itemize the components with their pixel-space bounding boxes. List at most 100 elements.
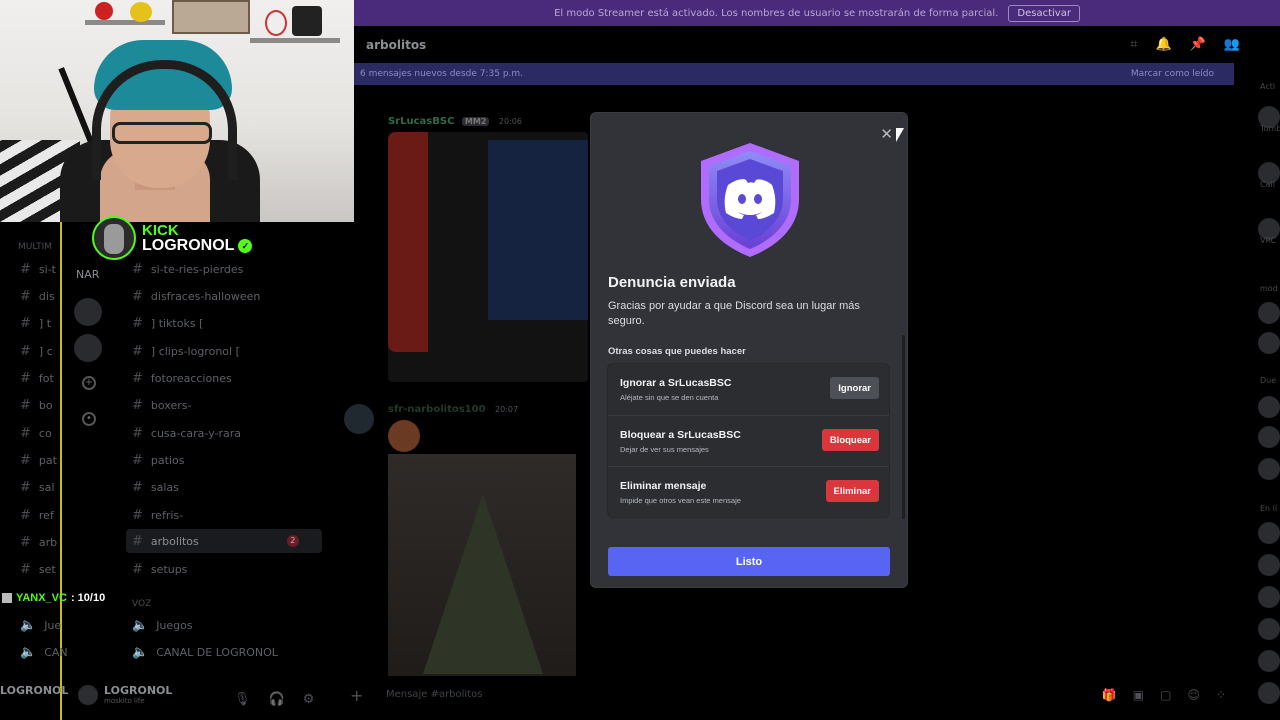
member-avatar[interactable] <box>1258 618 1280 640</box>
mark-as-read-button[interactable]: Marcar como leído <box>1131 69 1214 79</box>
unread-badge: 2 <box>286 535 299 547</box>
sticker-icon[interactable]: ▢ <box>1160 688 1171 702</box>
member-avatar[interactable] <box>1258 522 1280 544</box>
member-avatar[interactable] <box>1258 458 1280 480</box>
block-button[interactable]: Bloquear <box>821 429 879 451</box>
user-tag: MM2 <box>461 117 490 126</box>
channel-item[interactable]: # refris- <box>132 508 183 523</box>
apps-icon[interactable]: ⁘ <box>1216 688 1226 702</box>
channel-item[interactable]: # co <box>20 426 52 441</box>
member-avatar[interactable] <box>1258 650 1280 672</box>
peach-emoji-icon <box>388 420 420 452</box>
option-block: Bloquear a SrLucasBSC Dejar de ver sus m… <box>608 415 889 466</box>
channel-item[interactable]: # fotoreacciones <box>132 371 232 386</box>
add-attachment-icon[interactable]: + <box>350 686 363 705</box>
voice-channel-item[interactable]: 🔈 CANAL DE LOGRONOL <box>132 645 278 660</box>
new-messages-bar[interactable]: 6 mensajes nuevos desde 7:35 p.m. Marcar… <box>354 63 1234 85</box>
message-author[interactable]: SrLucasBSC MM2 20:06 <box>388 116 522 127</box>
message-composer[interactable]: + Mensaje #arbolitos 🎁 ▣ ▢ ☺ ⁘ <box>344 684 1234 708</box>
headphones-icon[interactable]: 🎧 <box>269 692 285 707</box>
server-icon[interactable] <box>74 298 102 326</box>
pin-icon[interactable]: 📌 <box>1190 37 1206 52</box>
voice-channel-item[interactable]: 🔈 Juegos <box>132 618 193 633</box>
member-avatar[interactable] <box>1258 302 1280 324</box>
emoji-icon[interactable]: ☺ <box>1187 688 1200 702</box>
hash-icon: # <box>20 562 31 577</box>
channel-item[interactable]: #] c <box>20 344 53 359</box>
hash-icon: # <box>20 371 31 386</box>
wall-poster <box>172 0 250 34</box>
hash-icon: # <box>20 262 31 277</box>
action-options: Ignorar a SrLucasBSC Aléjate sin que se … <box>607 363 890 518</box>
mouse-cursor-icon <box>896 128 904 142</box>
threads-icon[interactable]: ⌗ <box>1130 37 1137 52</box>
hash-icon: # <box>132 533 143 549</box>
gift-icon[interactable]: 🎁 <box>1102 688 1117 702</box>
hash-icon: # <box>132 371 143 386</box>
server-icon[interactable] <box>74 334 102 362</box>
server-folder-label: NAR <box>76 268 100 281</box>
voice-channel-item[interactable]: 🔈 Jue <box>20 618 61 633</box>
add-server-icon[interactable]: + <box>82 376 96 390</box>
channel-item[interactable]: # si-te-ries-pierdes <box>132 262 243 277</box>
current-user[interactable]: LOGRONOL moskito life <box>78 684 172 705</box>
explore-icon[interactable]: • <box>82 412 96 426</box>
channel-item[interactable]: # sal <box>20 480 54 495</box>
modal-scrollbar[interactable] <box>902 335 905 519</box>
hash-icon: # <box>132 480 143 495</box>
username: LOGRONOL <box>104 684 173 697</box>
members-icon[interactable]: 👥 <box>1224 37 1240 52</box>
member-avatar[interactable] <box>1258 586 1280 608</box>
new-messages-text: 6 mensajes nuevos desde 7:35 p.m. <box>360 69 524 79</box>
christmas-tree-photo[interactable] <box>388 454 576 676</box>
channel-item[interactable]: # dis <box>20 289 55 304</box>
channel-item[interactable]: # arb <box>20 535 57 550</box>
channel-item[interactable]: # setups <box>132 562 187 577</box>
modal-title: Denuncia enviada <box>608 274 736 291</box>
channel-item-active[interactable]: # arbolitos 2 <box>126 529 322 553</box>
channel-item[interactable]: # salas <box>132 480 179 495</box>
message-author[interactable]: sfr-narbolitos100 20:07 <box>388 404 518 415</box>
done-button[interactable]: Listo <box>608 547 890 576</box>
channel-item[interactable]: # bo <box>20 398 53 413</box>
gear-icon[interactable]: ⚙ <box>303 692 315 707</box>
channel-item[interactable]: #] tiktoks [ <box>132 316 203 331</box>
microphone-icon[interactable]: 🎙 <box>234 692 251 707</box>
backpack <box>292 6 322 36</box>
member-avatar[interactable] <box>1258 332 1280 354</box>
member-avatar[interactable] <box>1258 554 1280 576</box>
hash-icon: # <box>132 508 143 523</box>
close-icon[interactable]: ✕ <box>880 125 893 143</box>
message-image-attachment[interactable] <box>388 132 588 382</box>
channel-item[interactable]: # fot <box>20 371 54 386</box>
delete-button[interactable]: Eliminar <box>825 480 879 502</box>
gif-icon[interactable]: ▣ <box>1133 688 1144 702</box>
section-title: Otras cosas que puedes hacer <box>608 346 746 357</box>
streamer-mode-banner: El modo Streamer está activado. Los nomb… <box>354 0 1280 26</box>
channel-item[interactable]: # si-t <box>20 262 56 277</box>
channel-item[interactable]: #] t <box>20 316 51 331</box>
channel-item[interactable]: # pat <box>20 453 57 468</box>
avatar[interactable] <box>344 404 374 434</box>
disable-streamer-mode-button[interactable]: Desactivar <box>1008 4 1080 22</box>
composer-placeholder: Mensaje #arbolitos <box>386 689 483 700</box>
speaker-icon: 🔈 <box>132 618 149 633</box>
channel-list: # si-te-ries-pierdes # disfraces-halloween… <box>120 230 322 670</box>
voice-channel-item[interactable]: 🔈 CAN <box>20 645 68 660</box>
member-avatar[interactable] <box>1258 682 1280 704</box>
channel-item[interactable]: #] clips-logronol [ <box>132 344 240 359</box>
channel-item[interactable]: # patios <box>132 453 184 468</box>
channel-item[interactable]: # disfraces-halloween <box>132 289 260 304</box>
member-avatar[interactable] <box>1258 426 1280 448</box>
channel-item[interactable]: # cusa-cara-y-rara <box>132 426 241 441</box>
bell-icon[interactable]: 🔔 <box>1155 37 1171 52</box>
channel-item[interactable]: # boxers- <box>132 398 191 413</box>
chat-rating-overlay: YANX_VC : 10/10 <box>2 592 105 604</box>
channel-category: MULTIM <box>18 242 53 252</box>
channel-item[interactable]: # set <box>20 562 56 577</box>
option-delete-message: Eliminar mensaje Impide que otros vean e… <box>608 466 889 517</box>
member-avatar[interactable] <box>1258 396 1280 418</box>
channel-item[interactable]: # ref <box>20 508 54 523</box>
ignore-button[interactable]: Ignorar <box>830 377 879 399</box>
modal-description: Gracias por ayudar a que Discord sea un … <box>608 300 860 327</box>
